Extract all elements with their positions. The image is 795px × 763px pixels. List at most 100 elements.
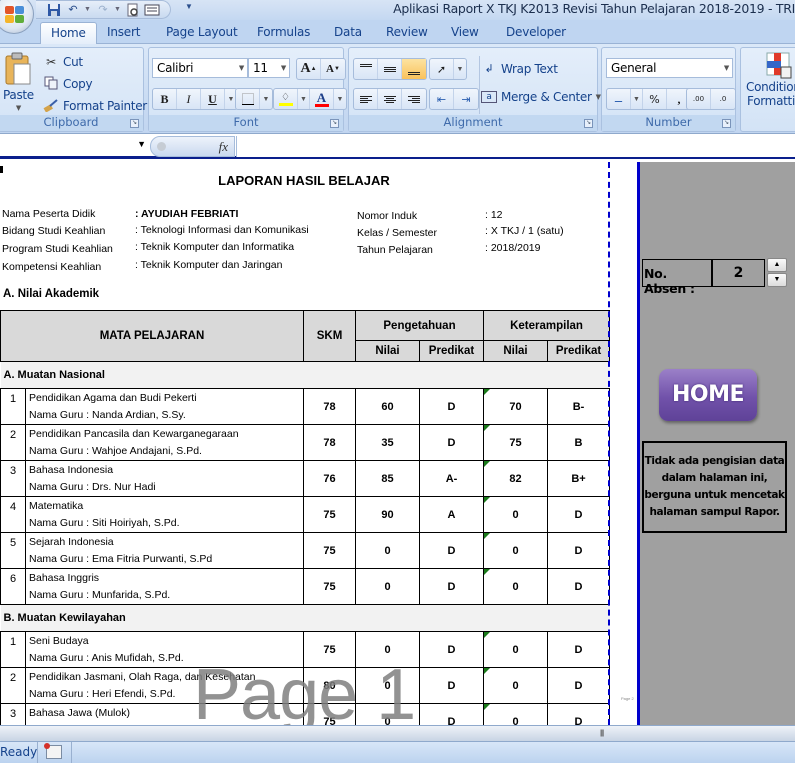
skm-cell[interactable]: 75 — [303, 631, 356, 668]
skills-score-cell[interactable]: 0 — [483, 667, 548, 704]
horizontal-scrollbar[interactable]: |||| — [0, 725, 795, 741]
subject-cell[interactable]: Sejarah Indonesia Nama Guru : Ema Fitria … — [25, 532, 304, 569]
skm-cell[interactable]: 75 — [303, 703, 356, 725]
home-button[interactable]: HOME — [659, 369, 757, 421]
subject-cell[interactable]: Bahasa Indonesia Nama Guru : Drs. Nur Had… — [25, 460, 304, 497]
knowledge-score-cell[interactable]: 0 — [355, 631, 420, 668]
skills-grade-cell[interactable]: B- — [546, 388, 611, 425]
accounting-format-button[interactable]: ⚊ — [607, 89, 631, 109]
tab-formulas[interactable]: Formulas — [257, 25, 310, 39]
skills-grade-cell[interactable]: D — [546, 703, 611, 725]
align-middle-button[interactable] — [378, 59, 402, 79]
decrease-decimal-button[interactable]: .0 — [711, 89, 735, 109]
skills-grade-cell[interactable]: D — [546, 532, 611, 569]
fill-color-button[interactable]: ♢ — [274, 89, 298, 109]
insert-function-button[interactable]: fx — [219, 139, 228, 155]
worksheet-area[interactable]: LAPORAN HASIL BELAJAR Nama Peserta Didik… — [0, 162, 795, 725]
skm-cell[interactable]: 80 — [303, 667, 356, 704]
knowledge-grade-cell[interactable]: D — [419, 631, 484, 668]
wrap-text-button[interactable]: ↲ Wrap Text — [481, 61, 558, 77]
save-icon[interactable] — [46, 3, 62, 17]
skm-cell[interactable]: 75 — [303, 568, 356, 605]
tab-insert[interactable]: Insert — [107, 25, 140, 39]
format-painter-button[interactable]: Format Painter — [43, 98, 147, 114]
macro-record-icon[interactable] — [44, 743, 62, 759]
print-preview-icon[interactable] — [125, 3, 141, 17]
orientation-dropdown-icon[interactable]: ▼ — [454, 59, 466, 79]
row-number[interactable]: 1 — [0, 631, 26, 668]
bold-button[interactable]: B — [153, 89, 177, 109]
knowledge-grade-cell[interactable]: D — [419, 424, 484, 461]
percent-button[interactable]: % — [643, 89, 667, 109]
paste-dropdown-icon[interactable]: ▼ — [16, 104, 21, 112]
spin-down-button[interactable]: ▼ — [767, 273, 787, 287]
copy-button[interactable]: Copy — [43, 76, 93, 92]
knowledge-score-cell[interactable]: 0 — [355, 532, 420, 569]
align-bottom-button[interactable] — [402, 59, 426, 79]
customize-toolbar-icon[interactable]: ▼ — [185, 2, 193, 11]
formula-input[interactable] — [236, 136, 795, 157]
knowledge-score-cell[interactable]: 35 — [355, 424, 420, 461]
knowledge-grade-cell[interactable]: A- — [419, 460, 484, 497]
form-icon[interactable] — [144, 3, 160, 17]
knowledge-score-cell[interactable]: 90 — [355, 496, 420, 533]
cut-button[interactable]: ✂ Cut — [43, 54, 83, 70]
row-number[interactable]: 1 — [0, 388, 26, 425]
knowledge-grade-cell[interactable]: D — [419, 568, 484, 605]
alignment-dialog-launcher[interactable]: ↘ — [584, 119, 593, 128]
absen-value[interactable]: 2 — [712, 259, 765, 287]
skm-cell[interactable]: 78 — [303, 424, 356, 461]
fill-color-dropdown-icon[interactable]: ▼ — [298, 89, 310, 109]
skills-score-cell[interactable]: 75 — [483, 424, 548, 461]
borders-button[interactable] — [236, 89, 260, 109]
knowledge-grade-cell[interactable]: D — [419, 532, 484, 569]
skills-grade-cell[interactable]: B+ — [546, 460, 611, 497]
knowledge-score-cell[interactable]: 85 — [355, 460, 420, 497]
tab-home[interactable]: Home — [40, 22, 97, 45]
tab-review[interactable]: Review — [386, 25, 428, 39]
grow-font-button[interactable]: A ▲ — [297, 59, 321, 79]
tab-page-layout[interactable]: Page Layout — [166, 25, 238, 39]
conditional-formatting-button[interactable]: Conditional Formatting — [746, 52, 795, 108]
orientation-button[interactable]: ➚ — [430, 59, 454, 79]
subject-cell[interactable]: Bahasa Jawa (Mulok)Nama Guru : Budi Sant… — [25, 703, 304, 725]
undo-icon[interactable]: ↶ — [65, 3, 81, 17]
align-top-button[interactable] — [354, 59, 378, 79]
knowledge-grade-cell[interactable]: D — [419, 703, 484, 725]
skills-score-cell[interactable]: 0 — [483, 703, 548, 725]
skills-score-cell[interactable]: 82 — [483, 460, 548, 497]
skills-score-cell[interactable]: 0 — [483, 568, 548, 605]
name-box-dropdown-icon[interactable]: ▼ — [137, 139, 146, 149]
skm-cell[interactable]: 78 — [303, 388, 356, 425]
skills-score-cell[interactable]: 70 — [483, 388, 548, 425]
row-number[interactable]: 2 — [0, 667, 26, 704]
tab-view[interactable]: View — [451, 25, 479, 39]
skills-score-cell[interactable]: 0 — [483, 496, 548, 533]
tab-data[interactable]: Data — [334, 25, 362, 39]
skills-grade-cell[interactable]: D — [546, 496, 611, 533]
accounting-dropdown-icon[interactable]: ▼ — [631, 89, 643, 109]
knowledge-grade-cell[interactable]: D — [419, 667, 484, 704]
align-center-button[interactable] — [378, 89, 402, 109]
knowledge-grade-cell[interactable]: D — [419, 388, 484, 425]
skills-score-cell[interactable]: 0 — [483, 631, 548, 668]
subject-cell[interactable]: Pendidikan Agama dan Budi Pekerti Nama Gu… — [25, 388, 304, 425]
merge-dropdown-icon[interactable]: ▼ — [596, 93, 601, 101]
scrollbar-grip[interactable]: |||| — [600, 730, 604, 737]
subject-cell[interactable]: Pendidikan Jasmani, Olah Raga, dan Keseh… — [25, 667, 304, 704]
subject-cell[interactable]: Pendidikan Pancasila dan Kewarganegaraan… — [25, 424, 304, 461]
name-box[interactable]: ▼ — [0, 137, 148, 156]
skm-cell[interactable]: 75 — [303, 532, 356, 569]
row-number[interactable]: 2 — [0, 424, 26, 461]
redo-icon[interactable]: ↷ — [95, 3, 111, 17]
subject-cell[interactable]: Matematika Nama Guru : Siti Hoiriyah, S.P… — [25, 496, 304, 533]
row-number[interactable]: 3 — [0, 460, 26, 497]
row-number[interactable]: 4 — [0, 496, 26, 533]
row-number[interactable]: 3 — [0, 703, 26, 725]
number-dialog-launcher[interactable]: ↘ — [722, 119, 731, 128]
skm-cell[interactable]: 75 — [303, 496, 356, 533]
knowledge-score-cell[interactable]: 60 — [355, 388, 420, 425]
knowledge-score-cell[interactable]: 0 — [355, 667, 420, 704]
align-left-button[interactable] — [354, 89, 378, 109]
skills-grade-cell[interactable]: B — [546, 424, 611, 461]
